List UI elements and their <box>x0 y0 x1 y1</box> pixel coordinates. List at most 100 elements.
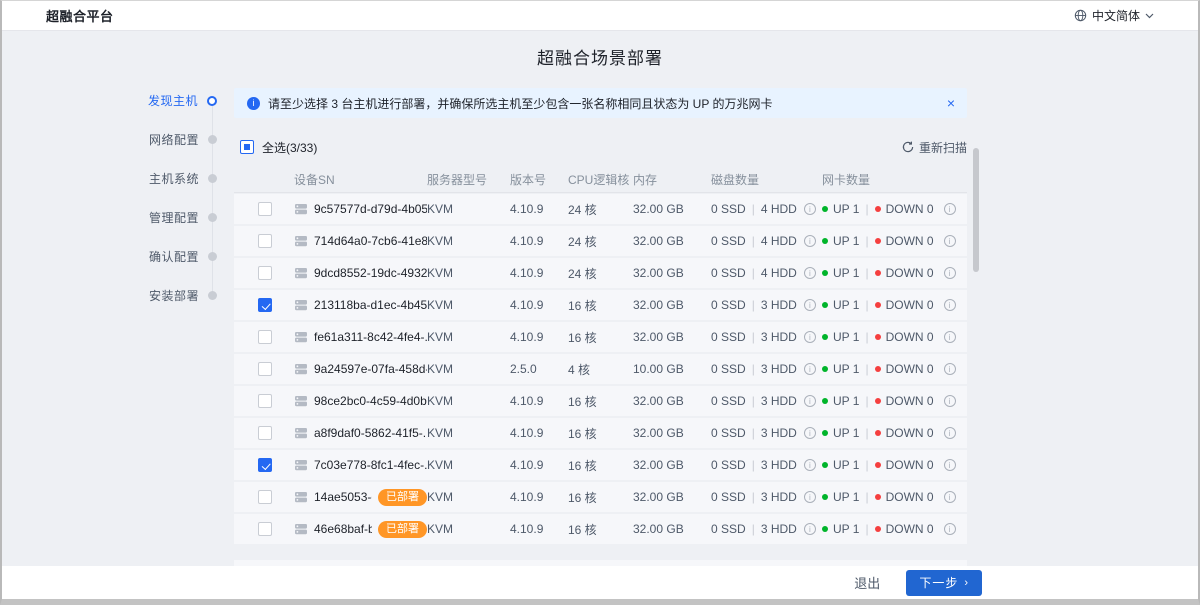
nic-info-icon[interactable]: i <box>944 203 956 215</box>
nic-down-count: DOWN 0 <box>886 298 934 312</box>
server-model: KVM <box>427 266 510 280</box>
table-row[interactable]: 714d64a0-7cb6-41e8... KVM 4.10.9 24 核 32… <box>234 226 967 256</box>
nic-info-icon[interactable]: i <box>944 395 956 407</box>
row-checkbox[interactable] <box>258 330 272 344</box>
step-install-deploy[interactable]: 安装部署 <box>112 276 217 315</box>
memory: 32.00 GB <box>633 394 711 408</box>
row-checkbox[interactable] <box>258 298 272 312</box>
exit-button[interactable]: 退出 <box>854 573 880 592</box>
language-selector[interactable]: 中文简体 <box>1074 7 1154 24</box>
next-step-button[interactable]: 下一步 › <box>906 570 982 596</box>
row-checkbox[interactable] <box>258 490 272 504</box>
nic-up-count: UP 1 <box>833 458 859 472</box>
version: 4.10.9 <box>510 458 568 472</box>
down-status-dot <box>875 334 881 340</box>
nic-info-icon[interactable]: i <box>944 523 956 535</box>
table-row[interactable]: 9c57577d-d79d-4b05... KVM 4.10.9 24 核 32… <box>234 194 967 224</box>
version: 4.10.9 <box>510 394 568 408</box>
disk-info-icon[interactable]: i <box>804 363 816 375</box>
nic-up-count: UP 1 <box>833 362 859 376</box>
cpu-cores: 16 核 <box>568 329 633 346</box>
step-discover-hosts[interactable]: 发现主机 <box>112 81 217 120</box>
hdd-count: 4 HDD <box>761 266 797 280</box>
disk-info-icon[interactable]: i <box>804 331 816 343</box>
disk-info-icon[interactable]: i <box>804 491 816 503</box>
hdd-count: 3 HDD <box>761 394 797 408</box>
down-status-dot <box>875 238 881 244</box>
scrollbar-thumb[interactable] <box>973 148 979 272</box>
memory: 10.00 GB <box>633 362 711 376</box>
disk-info-icon[interactable]: i <box>804 203 816 215</box>
step-management-config[interactable]: 管理配置 <box>112 198 217 237</box>
host-icon <box>294 299 308 311</box>
hdd-count: 3 HDD <box>761 522 797 536</box>
device-sn: 7c03e778-8fc1-4fec-... <box>314 458 427 472</box>
nic-up-count: UP 1 <box>833 490 859 504</box>
table-row[interactable]: 98ce2bc0-4c59-4d0b... KVM 4.10.9 16 核 32… <box>234 386 967 416</box>
row-checkbox[interactable] <box>258 234 272 248</box>
divider: | <box>752 298 755 312</box>
table-row[interactable]: 213118ba-d1ec-4b45... KVM 4.10.9 16 核 32… <box>234 290 967 320</box>
step-network-config[interactable]: 网络配置 <box>112 120 217 159</box>
disk-info-icon[interactable]: i <box>804 235 816 247</box>
hdd-count: 4 HDD <box>761 234 797 248</box>
row-checkbox[interactable] <box>258 522 272 536</box>
column-nic-count: 网卡数量 <box>822 171 967 188</box>
disk-count-cell: 0 SSD|4 HDD i <box>711 266 822 280</box>
table-row[interactable]: 46e68baf-bc... 已部署 KVM 4.10.9 16 核 32.00… <box>234 514 967 544</box>
row-checkbox[interactable] <box>258 362 272 376</box>
disk-info-icon[interactable]: i <box>804 523 816 535</box>
table-row[interactable]: 7c03e778-8fc1-4fec-... KVM 4.10.9 16 核 3… <box>234 450 967 480</box>
device-sn: 9a24597e-07fa-458d-... <box>314 362 427 376</box>
select-all-control[interactable]: 全选(3/33) <box>240 139 317 156</box>
row-checkbox[interactable] <box>258 426 272 440</box>
nic-info-icon[interactable]: i <box>944 331 956 343</box>
server-model: KVM <box>427 234 510 248</box>
step-host-system[interactable]: 主机系统 <box>112 159 217 198</box>
disk-count-cell: 0 SSD|3 HDD i <box>711 426 822 440</box>
table-row[interactable]: 9dcd8552-19dc-4932... KVM 4.10.9 24 核 32… <box>234 258 967 288</box>
device-sn: 9dcd8552-19dc-4932... <box>314 266 427 280</box>
memory: 32.00 GB <box>633 458 711 472</box>
close-icon[interactable]: × <box>947 96 955 110</box>
nic-up-count: UP 1 <box>833 330 859 344</box>
version: 4.10.9 <box>510 490 568 504</box>
nic-info-icon[interactable]: i <box>944 267 956 279</box>
nic-info-icon[interactable]: i <box>944 491 956 503</box>
version: 4.10.9 <box>510 298 568 312</box>
disk-info-icon[interactable]: i <box>804 267 816 279</box>
nic-info-icon[interactable]: i <box>944 299 956 311</box>
host-icon <box>294 331 308 343</box>
disk-info-icon[interactable]: i <box>804 427 816 439</box>
row-checkbox[interactable] <box>258 394 272 408</box>
hdd-count: 3 HDD <box>761 458 797 472</box>
row-checkbox[interactable] <box>258 266 272 280</box>
disk-info-icon[interactable]: i <box>804 395 816 407</box>
table-row[interactable]: fe61a311-8c42-4fe4-... KVM 4.10.9 16 核 3… <box>234 322 967 352</box>
nic-info-icon[interactable]: i <box>944 427 956 439</box>
rescan-button[interactable]: 重新扫描 <box>902 139 967 156</box>
disk-info-icon[interactable]: i <box>804 459 816 471</box>
server-model: KVM <box>427 426 510 440</box>
table-row[interactable]: 14ae5053-d... 已部署 KVM 4.10.9 16 核 32.00 … <box>234 482 967 512</box>
nic-up-count: UP 1 <box>833 394 859 408</box>
nic-info-icon[interactable]: i <box>944 363 956 375</box>
nic-info-icon[interactable]: i <box>944 459 956 471</box>
cpu-cores: 16 核 <box>568 393 633 410</box>
table-row[interactable]: a8f9daf0-5862-41f5-... KVM 4.10.9 16 核 3… <box>234 418 967 448</box>
nic-count-cell: UP 1 | DOWN 0 i <box>822 202 967 216</box>
step-confirm-config[interactable]: 确认配置 <box>112 237 217 276</box>
row-checkbox[interactable] <box>258 458 272 472</box>
nic-info-icon[interactable]: i <box>944 235 956 247</box>
server-model: KVM <box>427 362 510 376</box>
disk-info-icon[interactable]: i <box>804 299 816 311</box>
table-row[interactable]: 9a24597e-07fa-458d-... KVM 2.5.0 4 核 10.… <box>234 354 967 384</box>
down-status-dot <box>875 526 881 532</box>
memory: 32.00 GB <box>633 330 711 344</box>
step-dot <box>208 291 217 300</box>
row-checkbox[interactable] <box>258 202 272 216</box>
column-device-sn: 设备SN <box>284 171 427 188</box>
select-all-checkbox[interactable] <box>240 140 254 154</box>
ssd-count: 0 SSD <box>711 330 746 344</box>
device-sn: 98ce2bc0-4c59-4d0b... <box>314 394 427 408</box>
